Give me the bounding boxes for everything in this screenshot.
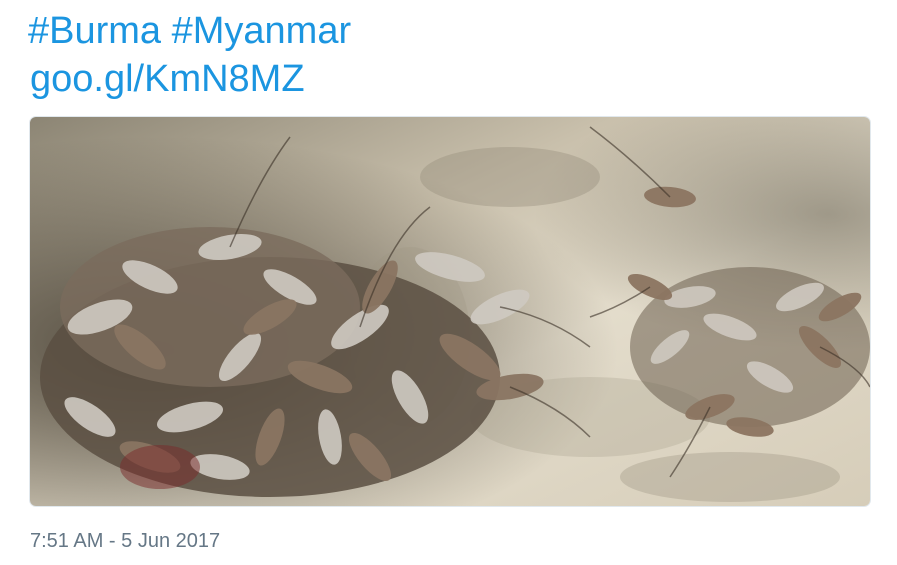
- shortened-link[interactable]: goo.gl/KmN8MZ: [30, 58, 305, 100]
- hashtag-burma[interactable]: #Burma: [28, 10, 161, 52]
- hashtag-line: #Burma #Myanmar: [28, 8, 351, 54]
- photo-dead-rats-on-ground: [30, 117, 870, 506]
- tweet-photo[interactable]: [30, 117, 870, 506]
- link-line: goo.gl/KmN8MZ: [30, 56, 305, 102]
- tweet-timestamp[interactable]: 7:51 AM - 5 Jun 2017: [30, 530, 220, 553]
- hashtag-myanmar[interactable]: #Myanmar: [172, 10, 352, 52]
